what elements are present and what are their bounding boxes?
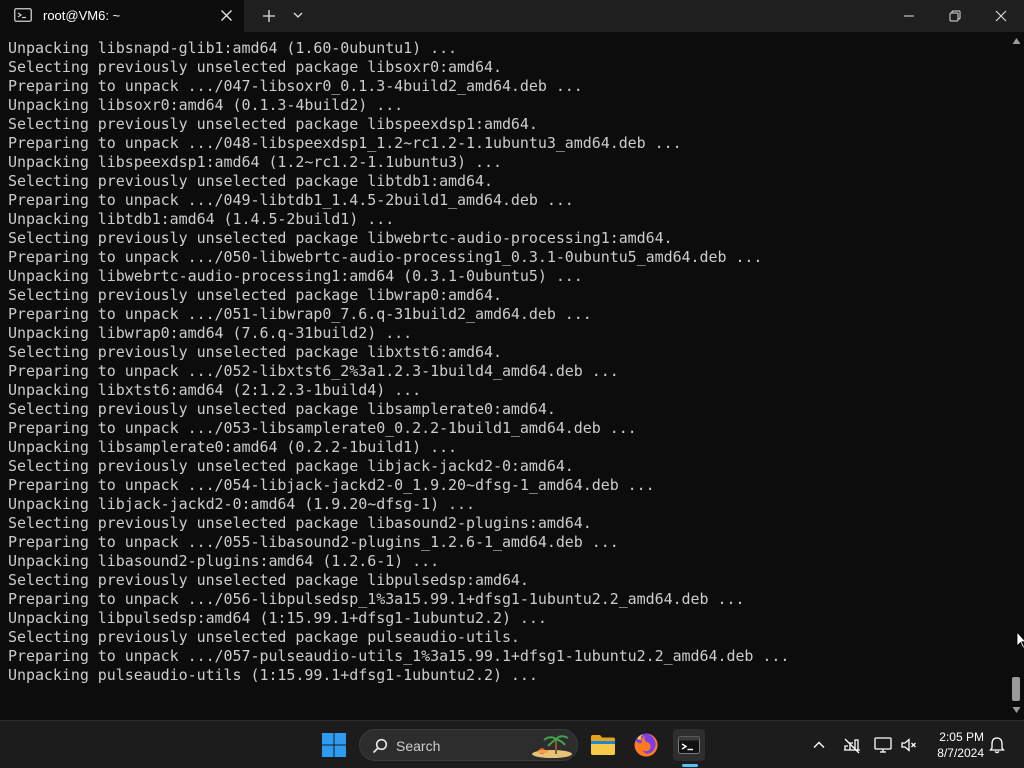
terminal-line: Selecting previously unselected package …	[8, 115, 538, 133]
minimize-button[interactable]	[886, 0, 932, 32]
restore-icon	[949, 10, 961, 22]
close-button[interactable]	[978, 0, 1024, 32]
minimize-icon	[904, 15, 914, 17]
notification-bell-icon[interactable]	[988, 736, 1006, 754]
terminal-line: Selecting previously unselected package …	[8, 457, 574, 475]
windows-start-icon[interactable]	[320, 731, 348, 759]
terminal-line: Selecting previously unselected package …	[8, 172, 493, 190]
network-disconnected-icon[interactable]	[842, 735, 862, 755]
terminal-line: Unpacking libsnapd-glib1:amd64 (1.60-0ub…	[8, 39, 458, 57]
taskbar-search-box[interactable]: Search	[359, 729, 578, 761]
terminal-line: Unpacking libjack-jackd2-0:amd64 (1.9.20…	[8, 495, 476, 513]
terminal-output[interactable]: Unpacking libsnapd-glib1:amd64 (1.60-0ub…	[0, 32, 1008, 720]
terminal-line: Preparing to unpack .../049-libtdb1_1.4.…	[8, 191, 574, 209]
terminal-line: Selecting previously unselected package …	[8, 571, 529, 589]
search-label: Search	[396, 738, 441, 754]
terminal-line: Preparing to unpack .../054-libjack-jack…	[8, 476, 655, 494]
terminal-icon	[678, 736, 700, 754]
terminal-line: Unpacking libspeexdsp1:amd64 (1.2~rc1.2-…	[8, 153, 502, 171]
chevron-up-icon[interactable]	[811, 737, 827, 753]
system-clock[interactable]: 2:05 PM 8/7/2024	[924, 729, 984, 761]
scroll-down-arrow-icon[interactable]	[1012, 706, 1021, 714]
terminal-line: Unpacking libpulsedsp:amd64 (1:15.99.1+d…	[8, 609, 547, 627]
terminal-line: Preparing to unpack .../050-libwebrtc-au…	[8, 248, 763, 266]
terminal-line: Preparing to unpack .../057-pulseaudio-u…	[8, 647, 790, 665]
vertical-scrollbar[interactable]	[1008, 32, 1024, 720]
terminal-line: Preparing to unpack .../047-libsoxr0_0.1…	[8, 77, 583, 95]
terminal-line: Preparing to unpack .../048-libspeexdsp1…	[8, 134, 682, 152]
terminal-line: Unpacking libsoxr0:amd64 (0.1.3-4build2)…	[8, 96, 404, 114]
title-bar: root@VM6: ~	[0, 0, 1024, 32]
display-network-icon[interactable]	[873, 735, 893, 755]
search-highlight-beach-icon	[532, 735, 572, 758]
terminal-lines: Unpacking libsnapd-glib1:amd64 (1.60-0ub…	[8, 39, 789, 685]
tab-title: root@VM6: ~	[43, 8, 121, 23]
clock-date: 8/7/2024	[937, 746, 984, 760]
scroll-up-arrow-icon[interactable]	[1012, 37, 1021, 45]
mouse-pointer-icon	[1016, 631, 1024, 649]
terminal-line: Preparing to unpack .../051-libwrap0_7.6…	[8, 305, 592, 323]
taskbar: Search 2:05 PM 8/7/2024	[0, 720, 1024, 768]
terminal-line: Preparing to unpack .../055-libasound2-p…	[8, 533, 619, 551]
terminal-line: Unpacking libasound2-plugins:amd64 (1.2.…	[8, 552, 440, 570]
terminal-line: Unpacking pulseaudio-utils (1:15.99.1+df…	[8, 666, 538, 684]
file-explorer-button[interactable]	[587, 729, 619, 761]
terminal-line: Selecting previously unselected package …	[8, 286, 502, 304]
terminal-line: Selecting previously unselected package …	[8, 58, 502, 76]
terminal-line: Unpacking libtdb1:amd64 (1.4.5-2build1) …	[8, 210, 395, 228]
terminal-line: Selecting previously unselected package …	[8, 514, 592, 532]
new-tab-icon[interactable]	[260, 7, 278, 25]
terminal-line: Unpacking libwebrtc-audio-processing1:am…	[8, 267, 583, 285]
close-icon	[995, 10, 1007, 22]
file-explorer-icon	[591, 735, 615, 755]
active-app-indicator	[682, 764, 698, 767]
terminal-line: Unpacking libxtst6:amd64 (2:1.2.3-1build…	[8, 381, 422, 399]
terminal-taskbar-button[interactable]	[673, 729, 705, 761]
scrollbar-thumb[interactable]	[1012, 677, 1020, 701]
terminal-line: Preparing to unpack .../052-libxtst6_2%3…	[8, 362, 619, 380]
clock-time: 2:05 PM	[939, 730, 984, 744]
terminal-line: Preparing to unpack .../053-libsamplerat…	[8, 419, 637, 437]
firefox-button[interactable]	[630, 729, 662, 761]
terminal-line: Unpacking libwrap0:amd64 (7.6.q-31build2…	[8, 324, 413, 342]
tab-close-icon[interactable]	[218, 7, 235, 24]
search-icon	[372, 738, 388, 754]
terminal-tab[interactable]: root@VM6: ~	[0, 0, 244, 32]
restore-button[interactable]	[932, 0, 978, 32]
terminal-line: Selecting previously unselected package …	[8, 343, 502, 361]
terminal-tab-icon	[14, 8, 32, 22]
terminal-line: Selecting previously unselected package …	[8, 628, 520, 646]
speaker-muted-icon[interactable]	[899, 735, 919, 755]
terminal-line: Preparing to unpack .../056-libpulsedsp_…	[8, 590, 745, 608]
terminal-line: Selecting previously unselected package …	[8, 400, 556, 418]
firefox-icon	[634, 733, 658, 757]
terminal-line: Unpacking libsamplerate0:amd64 (0.2.2-1b…	[8, 438, 458, 456]
terminal-line: Selecting previously unselected package …	[8, 229, 673, 247]
chevron-down-icon[interactable]	[292, 9, 304, 21]
